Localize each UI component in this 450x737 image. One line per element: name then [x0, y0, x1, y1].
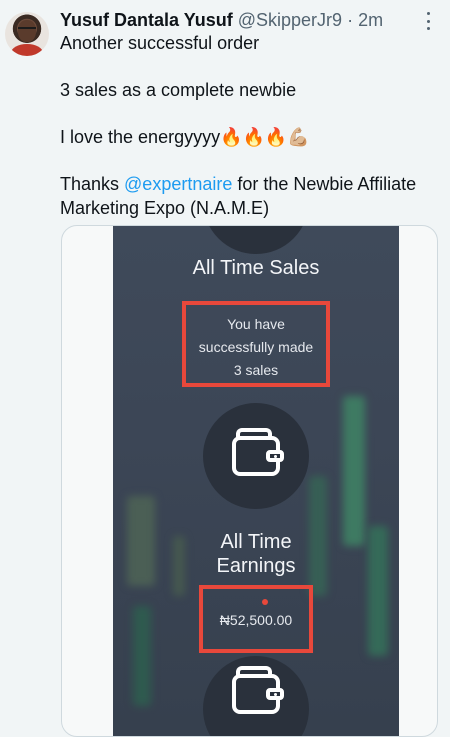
separator-dot: ·	[347, 10, 354, 30]
tweet-text-segment: Thanks	[60, 174, 125, 194]
author-handle[interactable]: @SkipperJr9	[238, 10, 342, 30]
sales-line: successfully made	[198, 339, 314, 355]
tweet-line: Another successful order	[60, 33, 260, 53]
mention-link[interactable]: @expertnaire	[124, 174, 232, 194]
wallet-icon	[232, 666, 284, 714]
earnings-highlight-box: ₦52,500.00	[199, 585, 313, 653]
attached-screenshot[interactable]: All Time Sales You have successfully mad…	[113, 226, 399, 736]
more-vertical-icon[interactable]	[425, 12, 431, 30]
author-name[interactable]: Yusuf Dantala Yusuf	[60, 10, 233, 30]
tweet-header: Yusuf Dantala Yusuf @SkipperJr9 · 2m	[60, 9, 420, 31]
earnings-title-line: All Time	[220, 531, 292, 553]
earnings-title-line: Earnings	[216, 555, 296, 577]
media-card[interactable]: All Time Sales You have successfully mad…	[61, 225, 438, 737]
tweet-line: Thanks @expertnaire for the Newbie Affil…	[60, 173, 442, 220]
wallet-circle	[203, 403, 309, 509]
tweet-text: Another successful order 3 sales as a co…	[60, 32, 442, 220]
tweet-time[interactable]: 2m	[358, 10, 383, 30]
sales-line: You have	[227, 316, 285, 332]
sales-line: 3 sales	[233, 362, 279, 378]
sales-highlight-box: You have successfully made 3 sales	[182, 301, 330, 387]
tweet-line: I love the energyyyy🔥🔥🔥💪🏼	[60, 127, 310, 147]
earnings-title: All Time Earnings	[113, 530, 399, 578]
red-marker-dot	[262, 599, 268, 605]
tweet-line: 3 sales as a complete newbie	[60, 80, 297, 100]
earnings-value: ₦52,500.00	[219, 612, 293, 628]
author-avatar[interactable]	[5, 12, 49, 56]
sales-title: All Time Sales	[192, 257, 320, 279]
wallet-icon	[232, 428, 284, 476]
